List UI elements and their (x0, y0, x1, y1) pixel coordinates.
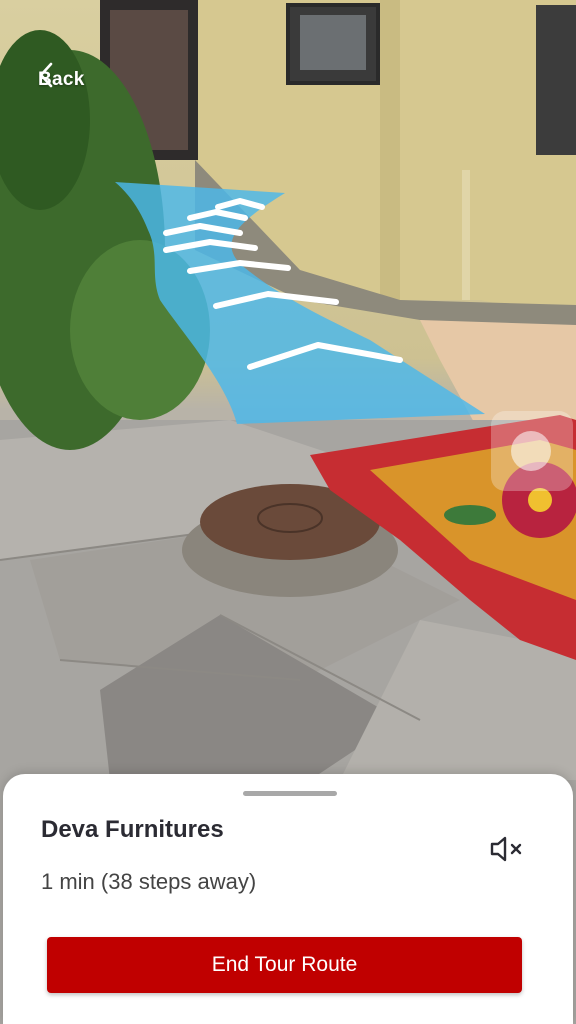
sheet-drag-handle[interactable] (243, 791, 337, 796)
blanket-leaf (444, 505, 496, 525)
destination-name: Deva Furnitures (41, 816, 224, 843)
mute-button[interactable] (487, 832, 527, 866)
ar-floating-knob (511, 431, 551, 471)
wall-pipe (462, 170, 470, 300)
destination-eta: 1 min (38 steps away) (41, 869, 257, 894)
chevron-left-icon (39, 62, 53, 88)
window-glass (300, 15, 366, 70)
end-tour-route-button[interactable]: End Tour Route (47, 937, 522, 993)
back-button[interactable]: Back (38, 62, 85, 98)
drain-pipe (380, 0, 400, 300)
ar-floating-button[interactable] (491, 411, 573, 491)
blanket-flower-center (528, 488, 552, 512)
speaker-muted-icon (490, 836, 522, 862)
navigation-bottom-sheet: Deva Furnitures 1 min (38 steps away) En… (3, 774, 573, 1024)
window-grille-right (536, 5, 576, 155)
